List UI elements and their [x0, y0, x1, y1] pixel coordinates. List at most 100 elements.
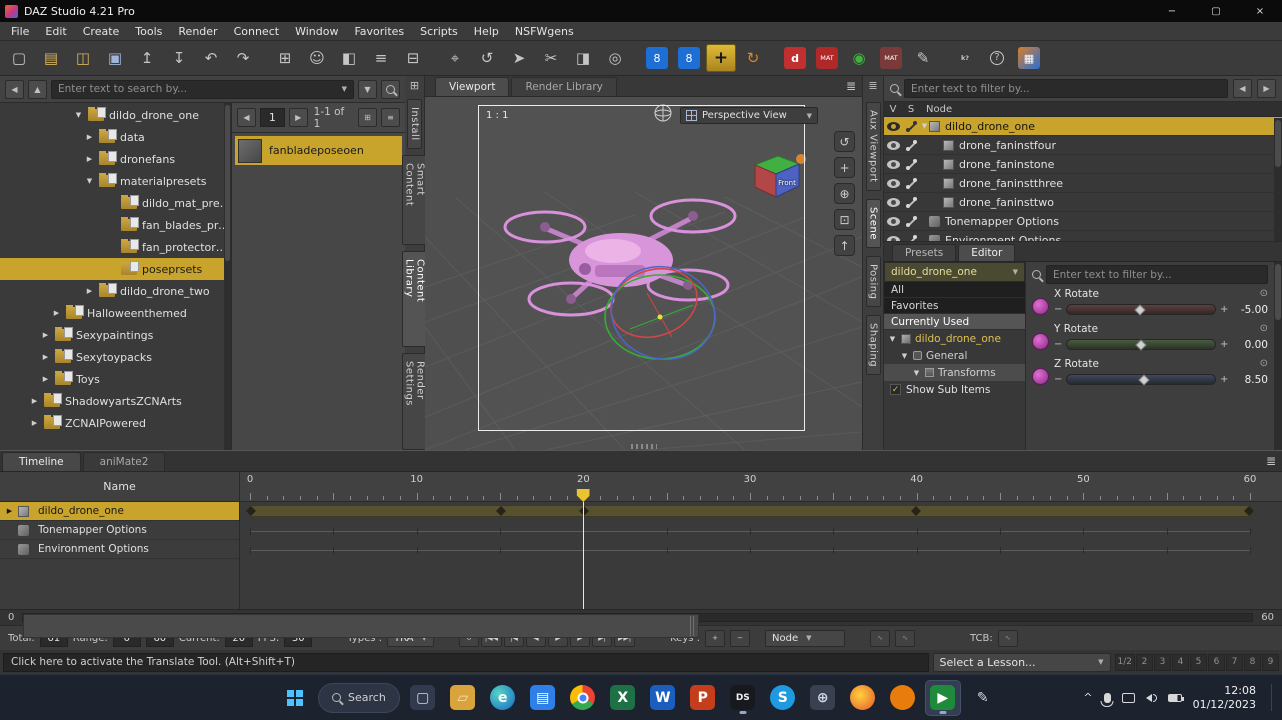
selectable-icon[interactable] [906, 216, 917, 227]
material-copy-button[interactable]: MAT [876, 44, 906, 72]
menu-help[interactable]: Help [466, 23, 507, 40]
status-page-5[interactable]: 5 [1190, 654, 1207, 671]
camera-selector[interactable]: Perspective View ▼ [680, 107, 818, 124]
slider-thumb[interactable] [1134, 304, 1145, 315]
display-icon[interactable] [1122, 693, 1135, 703]
param-settings-icon[interactable]: ⊙ [1260, 323, 1268, 334]
smart-content-button[interactable]: ⊞ [270, 44, 300, 72]
col-selectability[interactable]: S [902, 104, 920, 115]
param-settings-icon[interactable]: ⊙ [1260, 288, 1268, 299]
menu-favorites[interactable]: Favorites [346, 23, 412, 40]
tree-item-materialpresets[interactable]: ▼materialpresets [0, 170, 231, 192]
interp-spline-button[interactable]: ∿ [870, 630, 890, 647]
status-page-6[interactable]: 6 [1208, 654, 1225, 671]
expander-icon[interactable]: ▼ [912, 369, 921, 377]
nav-back-button[interactable]: ◀ [5, 80, 24, 99]
param-value[interactable]: 0.00 [1232, 339, 1268, 351]
dock-tab-render-settings[interactable]: Render Settings [402, 353, 428, 450]
visibility-eye-icon[interactable] [887, 217, 900, 226]
dock-tab-posing[interactable]: Posing [866, 256, 881, 307]
expander-icon[interactable]: ▶ [30, 419, 39, 427]
keyframe-marker[interactable] [1244, 506, 1254, 516]
battery-icon[interactable] [1168, 694, 1182, 702]
decrement-button[interactable]: − [1054, 339, 1062, 350]
selectable-icon[interactable] [906, 235, 917, 243]
search-caret-icon[interactable]: ▼ [342, 85, 347, 93]
redo-button[interactable]: ↷ [228, 44, 258, 72]
asset-fanbladeposeoen[interactable]: fanbladeposeoen [235, 136, 402, 165]
dock-tab-install[interactable]: Install [407, 99, 422, 149]
aim-tool-button[interactable]: ⌖ [440, 44, 470, 72]
col-visibility[interactable]: V [884, 104, 902, 115]
dock-tab-scene[interactable]: Scene [866, 199, 881, 248]
tree-item-sexypaintings[interactable]: ▶Sexypaintings [0, 324, 231, 346]
capture-app-icon[interactable]: ▶ [926, 681, 960, 715]
firefox-browser-icon[interactable] [846, 681, 880, 715]
material-preset-button[interactable]: MAT [812, 44, 842, 72]
status-page-7[interactable]: 7 [1226, 654, 1243, 671]
minimize-button[interactable]: − [1150, 0, 1194, 22]
scene-node-tonemapper-options[interactable]: Tonemapper Options [884, 212, 1282, 231]
list-view-button[interactable]: ≡ [366, 44, 396, 72]
daz-connect-button[interactable]: d [780, 44, 810, 72]
scene-prev-button[interactable]: ◀ [1233, 79, 1252, 98]
visibility-eye-icon[interactable] [887, 141, 900, 150]
rotate-dial-icon[interactable] [1032, 298, 1049, 315]
decrement-button[interactable]: − [1054, 374, 1062, 385]
tree-item-fan-protector-p[interactable]: fan_protector_p... [0, 236, 231, 258]
export-button[interactable]: ↥ [132, 44, 162, 72]
property-track[interactable] [250, 531, 1250, 532]
tree-item-sexytoypacks[interactable]: ▶Sexytoypacks [0, 346, 231, 368]
tab-timeline[interactable]: Timeline [2, 452, 81, 471]
menu-edit[interactable]: Edit [37, 23, 74, 40]
menu-render[interactable]: Render [170, 23, 225, 40]
dock-tab-content-library[interactable]: Content Library [402, 251, 428, 347]
visibility-eye-icon[interactable] [887, 122, 900, 131]
scene-node-drone-faninstfour[interactable]: drone_faninstfour [884, 136, 1282, 155]
expander-icon[interactable]: ▼ [74, 111, 83, 119]
expander-icon[interactable]: ▶ [85, 133, 94, 141]
timeline-row-environment-options[interactable]: Environment Options [0, 540, 239, 559]
col-node[interactable]: Node [920, 104, 1282, 115]
timeline-scrollbar[interactable] [22, 613, 1253, 622]
orbit-tool-button[interactable]: ↺ [472, 44, 502, 72]
tab-render-library[interactable]: Render Library [511, 77, 616, 96]
search-go-button[interactable] [381, 80, 400, 99]
selectable-icon[interactable] [906, 121, 917, 132]
interp-linear-button[interactable]: ∿ [895, 630, 915, 647]
menu-create[interactable]: Create [75, 23, 128, 40]
powerpoint-icon[interactable]: P [686, 681, 720, 715]
dock-menu-icon-right[interactable]: ≣ [868, 79, 877, 94]
excel-icon[interactable]: X [606, 681, 640, 715]
dock-tab-aux-viewport[interactable]: Aux Viewport [866, 102, 881, 191]
geometry-tool-button[interactable]: ✂ [536, 44, 566, 72]
hidden-icons-chevron[interactable]: ^ [1083, 691, 1092, 704]
node-tool-button[interactable]: ➤ [504, 44, 534, 72]
orbit-camera-icon[interactable]: ↺ [834, 131, 855, 152]
tab-viewport[interactable]: Viewport [435, 77, 509, 96]
tree-item-fan-blades-pre[interactable]: fan_blades_pre... [0, 214, 231, 236]
param-node-dildo-drone-one[interactable]: ▼dildo_drone_one [884, 330, 1025, 347]
status-page-3[interactable]: 3 [1154, 654, 1171, 671]
volume-icon[interactable] [1146, 694, 1157, 702]
expander-icon[interactable]: ▶ [85, 287, 94, 295]
page-next-button[interactable]: ▶ [289, 108, 308, 127]
open-file-button[interactable]: ▤ [36, 44, 66, 72]
status-page-2[interactable]: 2 [1136, 654, 1153, 671]
key-node-dropdown[interactable]: Node ▼ [765, 630, 845, 647]
view-cube-front-label[interactable]: Front [778, 179, 796, 187]
surface-tool-button[interactable]: ◨ [568, 44, 598, 72]
expander-icon[interactable]: ▼ [900, 352, 909, 360]
tree-scrollbar[interactable] [224, 103, 231, 450]
taskbar-clock[interactable]: 12:08 01/12/2023 [1193, 684, 1256, 711]
whats-this-button[interactable]: k? [950, 44, 980, 72]
menu-file[interactable]: File [3, 23, 37, 40]
show-sub-items-checkbox[interactable]: ✓ Show Sub Items [884, 381, 1025, 398]
chrome-browser-icon[interactable] [566, 681, 600, 715]
status-message[interactable]: Click here to activate the Translate Too… [3, 653, 929, 672]
param-group-currently-used[interactable]: Currently Used [884, 314, 1025, 330]
settings-icon[interactable]: ⊕ [806, 681, 840, 715]
keyframe-track[interactable] [250, 505, 1250, 517]
delete-key-button[interactable]: − [730, 630, 750, 647]
nav-up-button[interactable]: ▲ [28, 80, 47, 99]
